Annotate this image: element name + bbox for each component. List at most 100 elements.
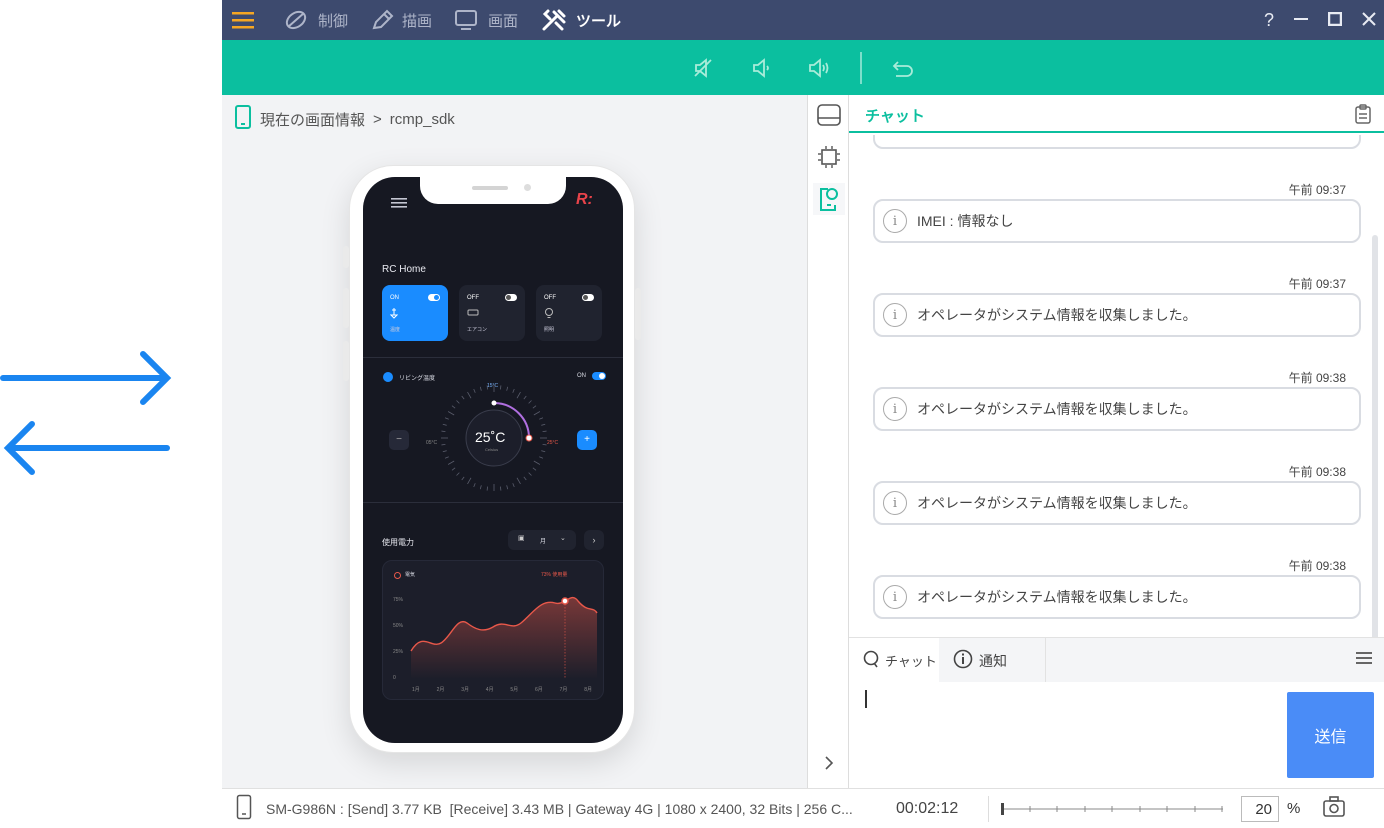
storage-icon[interactable] [813,99,845,131]
info-icon: i [883,209,907,233]
temp-decrease-button: − [389,430,409,450]
device-screen[interactable]: R: RC Home ON 温度 OFF エアコン OFF 照明 リビング温度 … [343,165,641,753]
app-logo-icon: R: [576,191,593,208]
phone-side-button [635,288,641,340]
temperature-value: 25˚C [475,429,506,445]
breadcrumb-current: rcmp_sdk [389,110,455,128]
chat-message-partial [873,135,1361,149]
menu-draw-label: 描画 [402,12,433,30]
breadcrumb-separator: > [373,110,382,128]
message-time: 午前 09:37 [1288,183,1346,197]
y-tick-label: 25% [393,649,404,655]
help-button[interactable]: ? [1264,10,1274,31]
power-title: 使用電力 [382,538,414,547]
phone-icon [234,105,252,133]
phone-screen: R: RC Home ON 温度 OFF エアコン OFF 照明 リビング温度 … [363,177,623,743]
sound-toolbar [222,40,1384,95]
menu-tools-button[interactable]: ツール [540,0,621,40]
chart-marker-point [561,597,569,605]
temp-top-label: 15°C [487,383,499,389]
screenshot-icon[interactable] [1322,796,1346,821]
chat-panel: チャット 午前 09:37 i IMEI : 情報なし 午前 09:37 i オペレ… [849,95,1384,788]
y-tick-label: 0 [393,675,396,681]
transfer-arrows-icon [0,345,175,485]
info-icon: i [883,491,907,515]
y-tick-label: 75% [393,597,404,603]
tab-notice[interactable]: 通知 [939,638,1046,683]
x-tick-label: 6月 [535,687,543,693]
menu-screen-button[interactable]: 画面 [454,0,518,40]
zoom-unit: % [1287,800,1301,817]
info-circle-icon [953,649,973,672]
control-icon [284,9,310,31]
chat-input[interactable]: 送信 [849,682,1384,788]
chart-area [411,597,597,679]
chip-icon[interactable] [813,141,845,173]
zoom-slider[interactable] [1001,801,1227,817]
x-tick-label: 4月 [486,687,494,693]
volume-up-icon[interactable] [802,51,836,85]
message-text: IMEI : 情報なし [917,213,1014,229]
message-text: オペレータがシステム情報を収集しました。 [917,589,1197,605]
temperature-unit: Celsius [485,447,499,452]
chat-message: i オペレータがシステム情報を収集しました。 [873,387,1361,431]
temp-left-label: 05°C [426,440,438,446]
living-status: ON [577,373,586,379]
breadcrumb-root[interactable]: 現在の画面情報 [260,109,365,130]
power-line-chart: 75% 50% 25% 0 1月 2月 3月 4月 5月 6月 7月 8月 [393,596,598,693]
x-tick-label: 2月 [437,687,445,693]
minimize-icon[interactable] [1294,10,1308,31]
chat-messages: 午前 09:37 i IMEI : 情報なし 午前 09:37 i オペレータがシス… [849,135,1384,637]
info-icon: i [883,397,907,421]
send-button[interactable]: 送信 [1287,692,1374,778]
breadcrumb: 現在の画面情報 > rcmp_sdk [234,105,455,133]
hamburger-menu-icon[interactable] [232,0,254,40]
card-temperature: ON 温度 [382,285,448,341]
chat-message: i IMEI : 情報なし [873,199,1361,243]
message-time: 午前 09:37 [1288,277,1346,291]
menu-draw-button[interactable]: 描画 [370,0,432,40]
card-light: OFF 照明 [536,285,602,341]
info-icon: i [883,303,907,327]
close-icon[interactable] [1362,10,1376,31]
menu-bar: 制御 描画 画面 ツール ? [222,0,1384,40]
back-icon[interactable] [886,51,920,85]
app-window: 制御 描画 画面 ツール ? 現在の画面情報 > rcmp_sdk R: RC … [222,0,1384,828]
x-tick-label: 3月 [461,687,469,693]
chat-bubble-icon [863,650,879,671]
maximize-icon[interactable] [1327,10,1343,31]
tab-chat-label: チャット [885,654,937,669]
session-timer: 00:02:12 [896,799,959,817]
power-chart-card: 電気 73% 使用量 75% 50% 25% 0 1月 2月 3月 4月 5月 6月 7月 8月 [382,560,604,700]
chat-scrollbar[interactable] [1372,235,1378,637]
home-title: RC Home [382,264,426,275]
next-period-button: › [584,530,604,550]
x-tick-label: 1月 [412,687,420,693]
volume-down-icon[interactable] [744,51,778,85]
temp-right-label: 25°C [547,440,559,446]
mute-icon[interactable] [686,51,720,85]
message-time: 午前 09:38 [1288,465,1346,479]
list-menu-icon[interactable] [1356,651,1372,670]
text-cursor [865,690,867,708]
message-text: オペレータがシステム情報を収集しました。 [917,307,1197,323]
tab-chat[interactable]: チャット [849,638,939,683]
clipboard-icon[interactable] [1354,104,1372,129]
chat-message: i オペレータがシステム情報を収集しました。 [873,293,1361,337]
message-time: 午前 09:38 [1288,371,1346,385]
period-value: 月 [540,539,547,545]
chevron-right-icon[interactable] [813,747,845,779]
chat-tabs: チャット 通知 [849,637,1384,683]
device-info: SM-G986N : [Send] 3.77 KB [Receive] 3.43… [266,800,853,817]
message-time: 午前 09:38 [1288,559,1346,573]
chat-title: チャット [865,108,925,125]
menu-screen-label: 画面 [488,12,519,30]
phone-icon [236,794,252,823]
status-bar: SM-G986N : [Send] 3.77 KB [Receive] 3.43… [222,788,1384,828]
menu-control-label: 制御 [318,12,349,30]
living-label: リビング温度 [399,376,436,382]
app-menu-icon [391,196,407,214]
zoom-input[interactable]: 20 [1241,795,1279,822]
device-info-icon[interactable] [813,183,845,215]
menu-control-button[interactable]: 制御 [284,0,348,40]
